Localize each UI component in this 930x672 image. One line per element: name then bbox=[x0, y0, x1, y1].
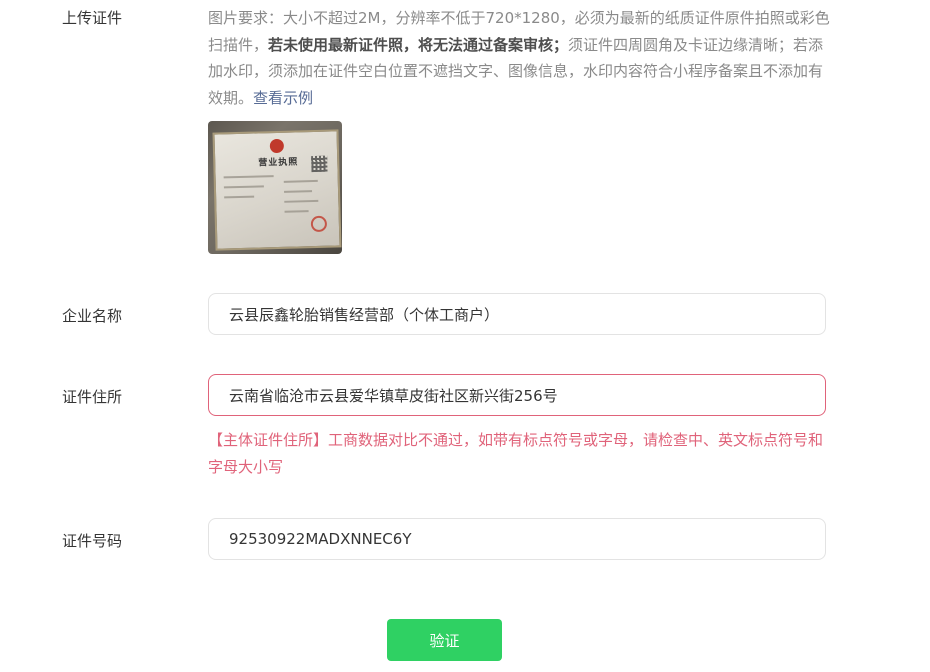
red-seal-icon bbox=[310, 215, 328, 233]
national-emblem-icon bbox=[269, 138, 285, 154]
text-line bbox=[283, 179, 318, 183]
view-example-link[interactable]: 查看示例 bbox=[253, 89, 313, 107]
text-line bbox=[223, 185, 264, 189]
upload-requirements: 图片要求：大小不超过2M，分辨率不低于720*1280，必须为最新的纸质证件原件… bbox=[208, 5, 833, 111]
verify-button[interactable]: 验证 bbox=[387, 619, 502, 661]
text-line bbox=[223, 175, 274, 179]
hint-bold-warning: 若未使用最新证件照，将无法通过备案审核； bbox=[268, 35, 569, 54]
license-paper-image: 营业执照 bbox=[212, 129, 342, 251]
text-line bbox=[224, 195, 255, 199]
cert-number-label: 证件号码 bbox=[62, 532, 123, 550]
verification-form: 上传证件 图片要求：大小不超过2M，分辨率不低于720*1280，必须为最新的纸… bbox=[0, 0, 930, 672]
company-name-input[interactable]: 云县辰鑫轮胎销售经营部（个体工商户） bbox=[208, 293, 826, 335]
license-thumbnail[interactable]: 营业执照 bbox=[208, 121, 342, 254]
qr-code-icon bbox=[311, 155, 328, 173]
upload-label: 上传证件 bbox=[62, 9, 123, 27]
text-line bbox=[284, 210, 309, 213]
text-line bbox=[284, 190, 313, 193]
address-error-message: 【主体证件住所】工商数据对比不通过，如带有标点符号或字母，请检查中、英文标点符号… bbox=[208, 431, 824, 476]
text-line bbox=[284, 199, 319, 203]
cert-number-value: 92530922MADXNNEC6Y bbox=[229, 530, 412, 548]
company-name-label: 企业名称 bbox=[62, 307, 123, 325]
address-value: 云南省临沧市云县爱华镇草皮街社区新兴街256号 bbox=[229, 386, 558, 405]
address-label: 证件住所 bbox=[62, 388, 123, 406]
license-title: 营业执照 bbox=[258, 157, 299, 169]
address-input[interactable]: 云南省临沧市云县爱华镇草皮街社区新兴街256号 bbox=[208, 374, 826, 416]
cert-number-input[interactable]: 92530922MADXNNEC6Y bbox=[208, 518, 826, 560]
company-name-value: 云县辰鑫轮胎销售经营部（个体工商户） bbox=[229, 305, 500, 324]
